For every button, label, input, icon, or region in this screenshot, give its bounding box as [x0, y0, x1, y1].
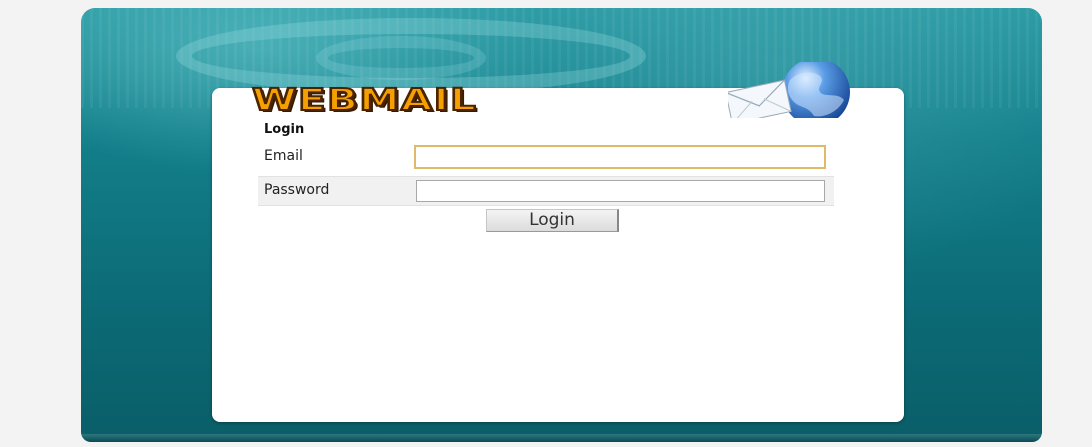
login-card: [212, 88, 904, 422]
email-label: Email: [264, 148, 303, 164]
globe-envelope-icon: [728, 62, 850, 118]
webmail-logo: WEBMAIL: [251, 82, 478, 119]
password-field[interactable]: [416, 180, 825, 202]
login-button[interactable]: Login: [486, 209, 619, 232]
password-row: Password: [258, 176, 834, 206]
email-field[interactable]: [414, 145, 826, 169]
email-row: Email: [258, 143, 834, 171]
login-heading: Login: [264, 122, 305, 137]
password-label: Password: [264, 182, 330, 198]
at-symbol-watermark-inner: [316, 36, 486, 80]
